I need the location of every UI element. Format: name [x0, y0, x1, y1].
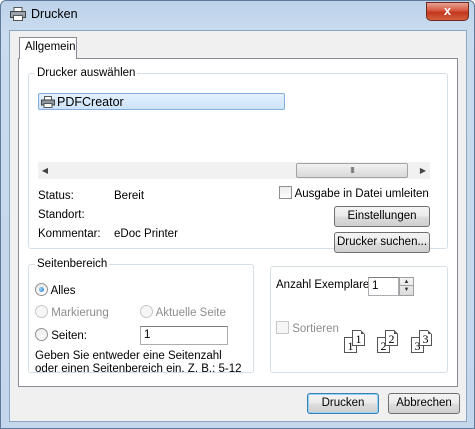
tab-general[interactable]: Allgemein — [19, 37, 77, 59]
comment-value: eDoc Printer — [114, 228, 178, 240]
printer-icon — [41, 96, 55, 108]
close-icon: x — [443, 3, 452, 18]
range-current-page-radio — [140, 305, 153, 318]
scrollbar-grip: III — [350, 166, 355, 175]
print-dialog-window: Drucken x Allgemein Drucker auswählen PD… — [0, 0, 475, 429]
title-bar[interactable]: Drucken x — [1, 1, 474, 29]
page-range-legend: Seitenbereich — [37, 258, 108, 270]
collate-page: 3 — [419, 330, 432, 346]
stepper-up-icon[interactable]: ▲ — [400, 278, 413, 286]
scroll-left-arrow-icon[interactable]: ◀ — [40, 165, 50, 176]
range-selection-label: Markierung — [51, 307, 109, 319]
scroll-right-arrow-icon[interactable]: ▶ — [418, 165, 428, 176]
printer-name: PDFCreator — [57, 95, 124, 109]
print-to-file-checkbox[interactable] — [279, 186, 292, 199]
collate-illustration: 1 1 2 2 3 3 — [344, 327, 444, 363]
page-range-hint: Geben Sie entweder eine Seitenzahl oder … — [35, 350, 242, 375]
scrollbar-thumb[interactable]: III — [296, 163, 408, 178]
collate-page: 2 — [385, 330, 398, 346]
pages-input[interactable]: 1 — [140, 326, 228, 345]
window-title: Drucken — [31, 7, 78, 21]
copies-input[interactable]: 1 — [368, 277, 399, 296]
range-selection-option: Markierung — [35, 305, 109, 319]
dialog-body: Allgemein Drucker auswählen PDFCreator ◀… — [9, 30, 467, 422]
range-current-page-option: Aktuelle Seite — [140, 305, 226, 319]
cancel-button[interactable]: Abbrechen — [388, 393, 460, 414]
tab-panel-general: Drucker auswählen PDFCreator ◀ III ▶ Sta… — [18, 58, 458, 387]
printer-icon — [10, 7, 26, 21]
find-printer-button[interactable]: Drucker suchen... — [334, 232, 430, 253]
status-value: Bereit — [114, 190, 145, 202]
printer-select-group: Drucker auswählen PDFCreator ◀ III ▶ Sta… — [28, 67, 448, 253]
range-current-page-label: Aktuelle Seite — [155, 307, 226, 319]
settings-button[interactable]: Einstellungen — [334, 206, 430, 227]
copies-group: Anzahl Exemplare: 1 ▲ ▼ Sortieren 1 1 2 … — [270, 266, 448, 373]
copies-stepper[interactable]: ▲ ▼ — [399, 277, 414, 296]
printer-select-legend: Drucker auswählen — [37, 67, 136, 79]
range-all-radio[interactable] — [35, 283, 48, 296]
collate-option: Sortieren — [276, 321, 339, 335]
collate-checkbox — [276, 321, 289, 334]
status-label: Status: — [38, 190, 74, 202]
range-all-label: Alles — [50, 285, 76, 297]
range-all-option[interactable]: Alles — [35, 283, 76, 297]
print-to-file-option[interactable]: Ausgabe in Datei umleiten — [279, 186, 429, 200]
range-pages-label: Seiten: — [51, 330, 88, 342]
stepper-down-icon[interactable]: ▼ — [400, 286, 413, 294]
collate-label: Sortieren — [292, 323, 339, 335]
copies-label: Anzahl Exemplare: — [276, 279, 373, 291]
page-range-group: Seitenbereich Alles Markierung Aktuelle … — [28, 258, 254, 375]
range-pages-option[interactable]: Seiten: — [35, 328, 87, 342]
comment-label: Kommentar: — [38, 228, 101, 240]
printer-list[interactable]: PDFCreator — [38, 93, 430, 159]
close-button[interactable]: x — [426, 2, 469, 21]
tab-general-label: Allgemein — [25, 41, 76, 53]
collate-page: 1 — [352, 330, 365, 346]
range-pages-radio[interactable] — [35, 328, 48, 341]
range-selection-radio — [35, 305, 48, 318]
location-label: Standort: — [38, 209, 85, 221]
print-button[interactable]: Drucken — [307, 393, 379, 414]
printer-list-scrollbar[interactable]: ◀ III ▶ — [38, 162, 430, 179]
printer-list-item[interactable]: PDFCreator — [38, 93, 285, 110]
print-to-file-label: Ausgabe in Datei umleiten — [294, 188, 429, 200]
